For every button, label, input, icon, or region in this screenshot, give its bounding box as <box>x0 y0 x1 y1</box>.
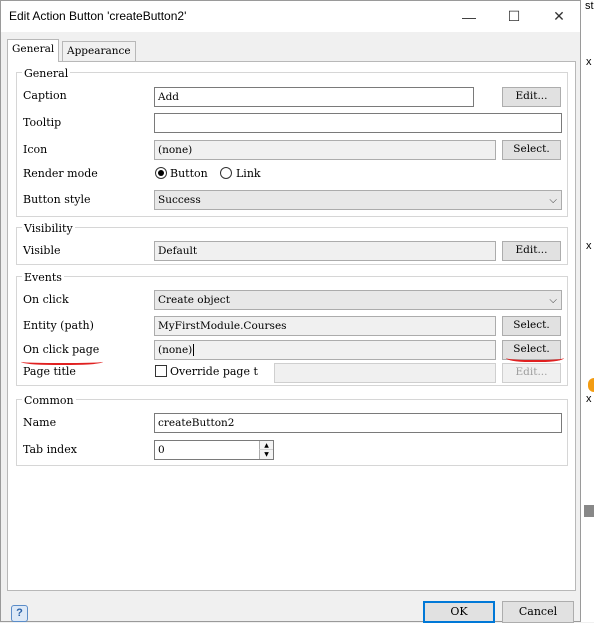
events-group-title: Events <box>22 271 64 284</box>
entity-label: Entity (path) <box>23 319 94 332</box>
title-bar[interactable]: Edit Action Button 'createButton2' — ☐ ✕ <box>1 1 580 32</box>
render-mode-link-label[interactable]: Link <box>236 167 261 180</box>
background-char: x <box>586 56 592 68</box>
on-click-page-field: (none) <box>154 340 496 360</box>
background-text: st <box>585 0 594 12</box>
icon-select-button[interactable]: Select. <box>502 140 561 160</box>
background-char: x <box>586 240 592 252</box>
render-mode-button-radio[interactable] <box>155 167 167 179</box>
orange-marker-icon <box>588 378 594 392</box>
scrollbar-thumb[interactable] <box>584 505 594 517</box>
button-style-dropdown[interactable]: Success ⌵ <box>154 190 562 210</box>
window-title: Edit Action Button 'createButton2' <box>9 9 187 23</box>
on-click-page-label: On click page <box>23 343 100 356</box>
on-click-dropdown[interactable]: Create object ⌵ <box>154 290 562 310</box>
chevron-down-icon: ⌵ <box>549 195 557 206</box>
name-input[interactable]: createButton2 <box>154 413 562 433</box>
tooltip-label: Tooltip <box>23 116 62 129</box>
entity-field: MyFirstModule.Courses <box>154 316 496 336</box>
entity-select-button[interactable]: Select. <box>502 316 561 336</box>
caption-edit-button[interactable]: Edit... <box>502 87 561 107</box>
spinner-up-icon[interactable]: ▲ <box>259 441 273 450</box>
tab-index-label: Tab index <box>23 443 77 456</box>
icon-label: Icon <box>23 143 48 156</box>
render-mode-label: Render mode <box>23 167 98 180</box>
icon-field: (none) <box>154 140 496 160</box>
close-icon[interactable]: ✕ <box>537 1 581 32</box>
background-char: x <box>586 393 592 405</box>
render-mode-link-radio[interactable] <box>220 167 232 179</box>
override-page-title-label[interactable]: Override page t <box>170 365 258 378</box>
dialog-window: Edit Action Button 'createButton2' — ☐ ✕… <box>0 0 581 623</box>
minimize-icon[interactable]: — <box>447 1 491 32</box>
button-style-label: Button style <box>23 193 91 206</box>
general-group-title: General <box>22 67 71 80</box>
page-title-field <box>274 363 496 383</box>
tab-general[interactable]: General <box>7 39 60 62</box>
tooltip-input[interactable] <box>154 113 562 133</box>
tab-appearance[interactable]: Appearance <box>62 41 136 62</box>
caption-label: Caption <box>23 89 67 102</box>
help-icon[interactable]: ? <box>11 605 28 622</box>
override-page-title-checkbox[interactable] <box>155 365 167 377</box>
annotation-underline <box>506 352 564 362</box>
visible-label: Visible <box>23 244 61 257</box>
chevron-down-icon: ⌵ <box>549 295 557 306</box>
caption-input[interactable]: Add <box>154 87 474 107</box>
cancel-button[interactable]: Cancel <box>502 601 574 623</box>
background-app-strip: st x x x <box>581 0 594 622</box>
text-cursor <box>193 344 195 356</box>
spinner-down-icon[interactable]: ▼ <box>259 450 273 459</box>
common-group-title: Common <box>22 394 76 407</box>
button-style-value: Success <box>158 194 201 206</box>
page-title-label: Page title <box>23 365 76 378</box>
page-title-edit-button: Edit... <box>502 363 561 383</box>
render-mode-button-label[interactable]: Button <box>170 167 208 180</box>
on-click-label: On click <box>23 293 69 306</box>
visibility-group-title: Visibility <box>22 222 75 235</box>
name-label: Name <box>23 416 57 429</box>
visible-field: Default <box>154 241 496 261</box>
tab-index-spinner[interactable]: 0 <box>154 440 274 460</box>
visible-edit-button[interactable]: Edit... <box>502 241 561 261</box>
maximize-icon[interactable]: ☐ <box>492 1 536 32</box>
on-click-value: Create object <box>158 294 230 306</box>
tab-index-value: 0 <box>158 444 165 456</box>
ok-button[interactable]: OK <box>423 601 495 623</box>
on-click-page-value: (none) <box>158 344 193 356</box>
annotation-underline <box>21 357 103 365</box>
